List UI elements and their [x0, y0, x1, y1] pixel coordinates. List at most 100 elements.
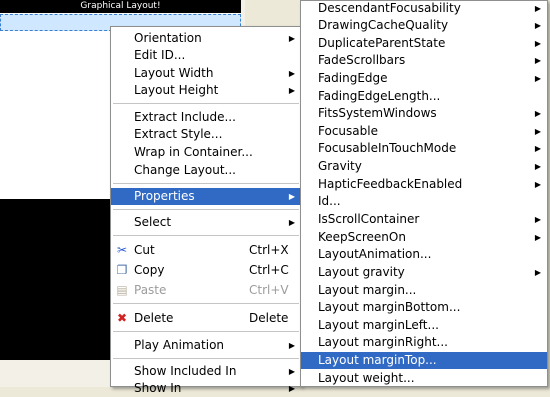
- menu-item-extract-style[interactable]: Extract Style...: [111, 126, 301, 143]
- submenu-arrow-icon: ▶: [534, 74, 541, 83]
- menu-item-edit-id[interactable]: Edit ID...: [111, 47, 301, 64]
- menu-item-show-included-in[interactable]: Show Included In ▶: [111, 363, 301, 380]
- menu-item-extract-include[interactable]: Extract Include...: [111, 109, 301, 126]
- menu-item-paste[interactable]: ▤ Paste Ctrl+V: [111, 282, 301, 299]
- submenu-item[interactable]: Focusable ▶: [301, 123, 547, 140]
- scissors-icon: ✂: [116, 243, 128, 257]
- menu-separator: [113, 358, 299, 359]
- submenu-item[interactable]: HapticFeedbackEnabled ▶: [301, 176, 547, 193]
- submenu-item[interactable]: Layout marginLeft...: [301, 317, 547, 334]
- submenu-item-label: FadingEdge: [318, 71, 388, 85]
- submenu-item[interactable]: FadingEdge ▶: [301, 70, 547, 87]
- menu-item-wrap-in-container[interactable]: Wrap in Container...: [111, 144, 301, 161]
- submenu-item[interactable]: Layout gravity ▶: [301, 264, 547, 281]
- menu-item-change-layout[interactable]: Change Layout...: [111, 162, 301, 179]
- menu-item-cut[interactable]: ✂ Cut Ctrl+X: [111, 242, 301, 259]
- submenu-item-label: FocusableInTouchMode: [318, 141, 457, 155]
- submenu-item-label: Layout gravity: [318, 265, 405, 279]
- submenu-arrow-icon: ▶: [534, 127, 541, 136]
- submenu-item-label: Layout margin...: [318, 283, 417, 297]
- submenu-arrow-icon: ▶: [534, 215, 541, 224]
- submenu-arrow-icon: ▶: [288, 86, 295, 95]
- submenu-item[interactable]: FocusableInTouchMode ▶: [301, 140, 547, 157]
- menu-item-label: Orientation: [134, 31, 202, 45]
- menu-separator: [113, 235, 299, 236]
- submenu-item[interactable]: FadeScrollbars ▶: [301, 52, 547, 69]
- menu-item-copy[interactable]: ❐ Copy Ctrl+C: [111, 262, 301, 279]
- submenu-item[interactable]: Layout margin...: [301, 282, 547, 299]
- submenu-item-label: FadingEdgeLength...: [318, 89, 441, 103]
- submenu-item[interactable]: DescendantFocusability ▶: [301, 0, 547, 17]
- menu-separator: [113, 103, 299, 104]
- menu-item-label: Cut: [134, 243, 155, 257]
- submenu-item[interactable]: FitsSystemWindows ▶: [301, 105, 547, 122]
- menu-item-play-animation[interactable]: Play Animation ▶: [111, 337, 301, 354]
- submenu-item[interactable]: LayoutAnimation...: [301, 246, 547, 263]
- submenu-arrow-icon: ▶: [534, 233, 541, 242]
- submenu-item[interactable]: Layout marginRight...: [301, 334, 547, 351]
- submenu-item[interactable]: DuplicateParentState ▶: [301, 35, 547, 52]
- menu-item-shortcut: Ctrl+C: [249, 263, 289, 277]
- menu-item-properties[interactable]: Properties ▶: [111, 188, 301, 205]
- submenu-item-label: Gravity: [318, 159, 362, 173]
- submenu-item-layout-margintop[interactable]: Layout marginTop...: [301, 352, 547, 369]
- submenu-item-label: FitsSystemWindows: [318, 106, 437, 120]
- submenu-item[interactable]: FadingEdgeLength...: [301, 88, 547, 105]
- properties-submenu: DescendantFocusability ▶ DrawingCacheQual…: [300, 0, 548, 387]
- submenu-item[interactable]: Gravity ▶: [301, 158, 547, 175]
- menu-item-shortcut: Delete: [249, 311, 289, 325]
- submenu-item-label: Id...: [318, 194, 341, 208]
- menu-item-shortcut: Ctrl+V: [249, 283, 289, 297]
- submenu-item-label: Layout marginTop...: [318, 353, 437, 367]
- menu-item-orientation[interactable]: Orientation ▶: [111, 30, 301, 47]
- submenu-item-label: FadeScrollbars: [318, 53, 406, 67]
- submenu-arrow-icon: ▶: [288, 218, 295, 227]
- submenu-item[interactable]: DrawingCacheQuality ▶: [301, 17, 547, 34]
- black-view-area[interactable]: [0, 199, 110, 360]
- submenu-item[interactable]: Layout marginBottom...: [301, 299, 547, 316]
- submenu-arrow-icon: ▶: [288, 341, 295, 350]
- submenu-item-label: DrawingCacheQuality: [318, 18, 449, 32]
- submenu-item-label: Focusable: [318, 124, 378, 138]
- submenu-arrow-icon: ▶: [534, 180, 541, 189]
- menu-item-show-in[interactable]: Show In ▶: [111, 380, 301, 397]
- menu-item-label: Layout Height: [134, 83, 219, 97]
- delete-x-icon: ✖: [116, 311, 128, 325]
- menu-item-label: Show Included In: [134, 364, 237, 378]
- menu-item-label: Select: [134, 215, 172, 229]
- submenu-item[interactable]: KeepScreenOn ▶: [301, 229, 547, 246]
- menu-item-layout-height[interactable]: Layout Height ▶: [111, 82, 301, 99]
- menu-separator: [113, 183, 299, 184]
- submenu-item-label: Layout weight...: [318, 371, 415, 385]
- menu-item-select[interactable]: Select ▶: [111, 214, 301, 231]
- menu-item-label: Wrap in Container...: [134, 145, 253, 159]
- menu-item-delete[interactable]: ✖ Delete Delete: [111, 310, 301, 327]
- submenu-item-label: HapticFeedbackEnabled: [318, 177, 463, 191]
- menu-item-layout-width[interactable]: Layout Width ▶: [111, 65, 301, 82]
- menu-item-label: Copy: [134, 263, 165, 277]
- submenu-item-label: Layout marginBottom...: [318, 300, 461, 314]
- submenu-arrow-icon: ▶: [534, 162, 541, 171]
- submenu-item-label: DescendantFocusability: [318, 1, 461, 15]
- submenu-arrow-icon: ▶: [288, 69, 295, 78]
- menu-item-label: Paste: [134, 283, 167, 297]
- menu-item-label: Layout Width: [134, 66, 214, 80]
- submenu-item-label: DuplicateParentState: [318, 36, 446, 50]
- menu-item-label: Properties: [134, 189, 195, 203]
- submenu-arrow-icon: ▶: [534, 21, 541, 30]
- submenu-item[interactable]: Id...: [301, 193, 547, 210]
- submenu-arrow-icon: ▶: [534, 268, 541, 277]
- submenu-arrow-icon: ▶: [534, 56, 541, 65]
- paste-icon: ▤: [116, 283, 128, 297]
- menu-item-label: Edit ID...: [134, 48, 186, 62]
- device-title-bar: Graphical Layout!: [0, 0, 241, 13]
- submenu-arrow-icon: ▶: [534, 4, 541, 13]
- submenu-item-label: Layout marginLeft...: [318, 318, 439, 332]
- submenu-arrow-icon: ▶: [534, 39, 541, 48]
- submenu-item[interactable]: IsScrollContainer ▶: [301, 211, 547, 228]
- submenu-arrow-icon: ▶: [288, 34, 295, 43]
- submenu-item-label: KeepScreenOn: [318, 230, 406, 244]
- submenu-item[interactable]: Layout weight...: [301, 370, 547, 387]
- menu-separator: [113, 331, 299, 332]
- submenu-arrow-icon: ▶: [288, 192, 295, 201]
